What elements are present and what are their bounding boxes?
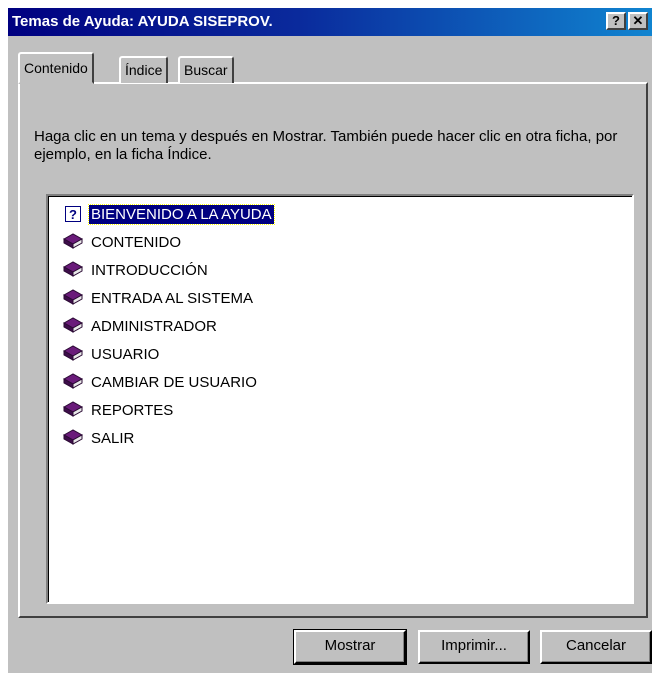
topic-label: CONTENIDO — [91, 233, 181, 251]
book-icon — [62, 233, 84, 251]
topic-contenido[interactable]: CONTENIDO — [62, 231, 183, 253]
show-button[interactable]: Mostrar — [293, 629, 407, 665]
topic-bienvenido[interactable]: ? BIENVENIDO A LA AYUDA — [63, 203, 275, 225]
tab-indice[interactable]: Índice — [119, 56, 169, 83]
book-icon — [62, 429, 84, 447]
title-bar[interactable]: Temas de Ayuda: AYUDA SISEPROV. ? ✕ — [8, 8, 652, 36]
topic-label: ADMINISTRADOR — [91, 317, 217, 335]
tab-buscar-label: Buscar — [184, 62, 228, 78]
topic-salir[interactable]: SALIR — [62, 427, 136, 449]
topic-entrada-al-sistema[interactable]: ENTRADA AL SISTEMA — [62, 287, 255, 309]
tab-contenido[interactable]: Contenido — [18, 52, 94, 84]
topic-label: INTRODUCCIÓN — [91, 261, 208, 279]
book-icon — [62, 289, 84, 307]
help-button[interactable]: ? — [606, 12, 626, 30]
tab-indice-label: Índice — [125, 62, 163, 78]
topic-label: BIENVENIDO A LA AYUDA — [88, 203, 275, 225]
topic-label: USUARIO — [91, 345, 160, 363]
book-icon — [62, 345, 84, 363]
book-icon — [62, 317, 84, 335]
book-icon — [62, 401, 84, 419]
close-button[interactable]: ✕ — [628, 12, 648, 30]
topic-label: REPORTES — [91, 401, 174, 419]
tab-contenido-label: Contenido — [24, 60, 88, 76]
topics-tree[interactable]: ? BIENVENIDO A LA AYUDA CONTENIDO INTROD… — [46, 194, 634, 604]
topic-usuario[interactable]: USUARIO — [62, 343, 161, 365]
cancel-button[interactable]: Cancelar — [540, 630, 652, 664]
help-page-icon: ? — [63, 205, 83, 223]
topic-cambiar-de-usuario[interactable]: CAMBIAR DE USUARIO — [62, 371, 259, 393]
help-topics-dialog: Temas de Ayuda: AYUDA SISEPROV. ? ✕ Cont… — [8, 8, 652, 673]
tab-buscar[interactable]: Buscar — [178, 56, 234, 83]
topic-administrador[interactable]: ADMINISTRADOR — [62, 315, 219, 337]
question-mark-icon: ? — [612, 13, 620, 28]
book-icon — [62, 373, 84, 391]
topic-label: CAMBIAR DE USUARIO — [91, 373, 257, 391]
topic-label: ENTRADA AL SISTEMA — [91, 289, 253, 307]
instructions-text: Haga clic en un tema y después en Mostra… — [34, 128, 618, 163]
print-button[interactable]: Imprimir... — [418, 630, 530, 664]
book-icon — [62, 261, 84, 279]
topic-introduccion[interactable]: INTRODUCCIÓN — [62, 259, 210, 281]
close-icon: ✕ — [632, 13, 644, 28]
topic-reportes[interactable]: REPORTES — [62, 399, 175, 421]
topic-label: SALIR — [91, 429, 135, 447]
window-title: Temas de Ayuda: AYUDA SISEPROV. — [12, 13, 273, 30]
